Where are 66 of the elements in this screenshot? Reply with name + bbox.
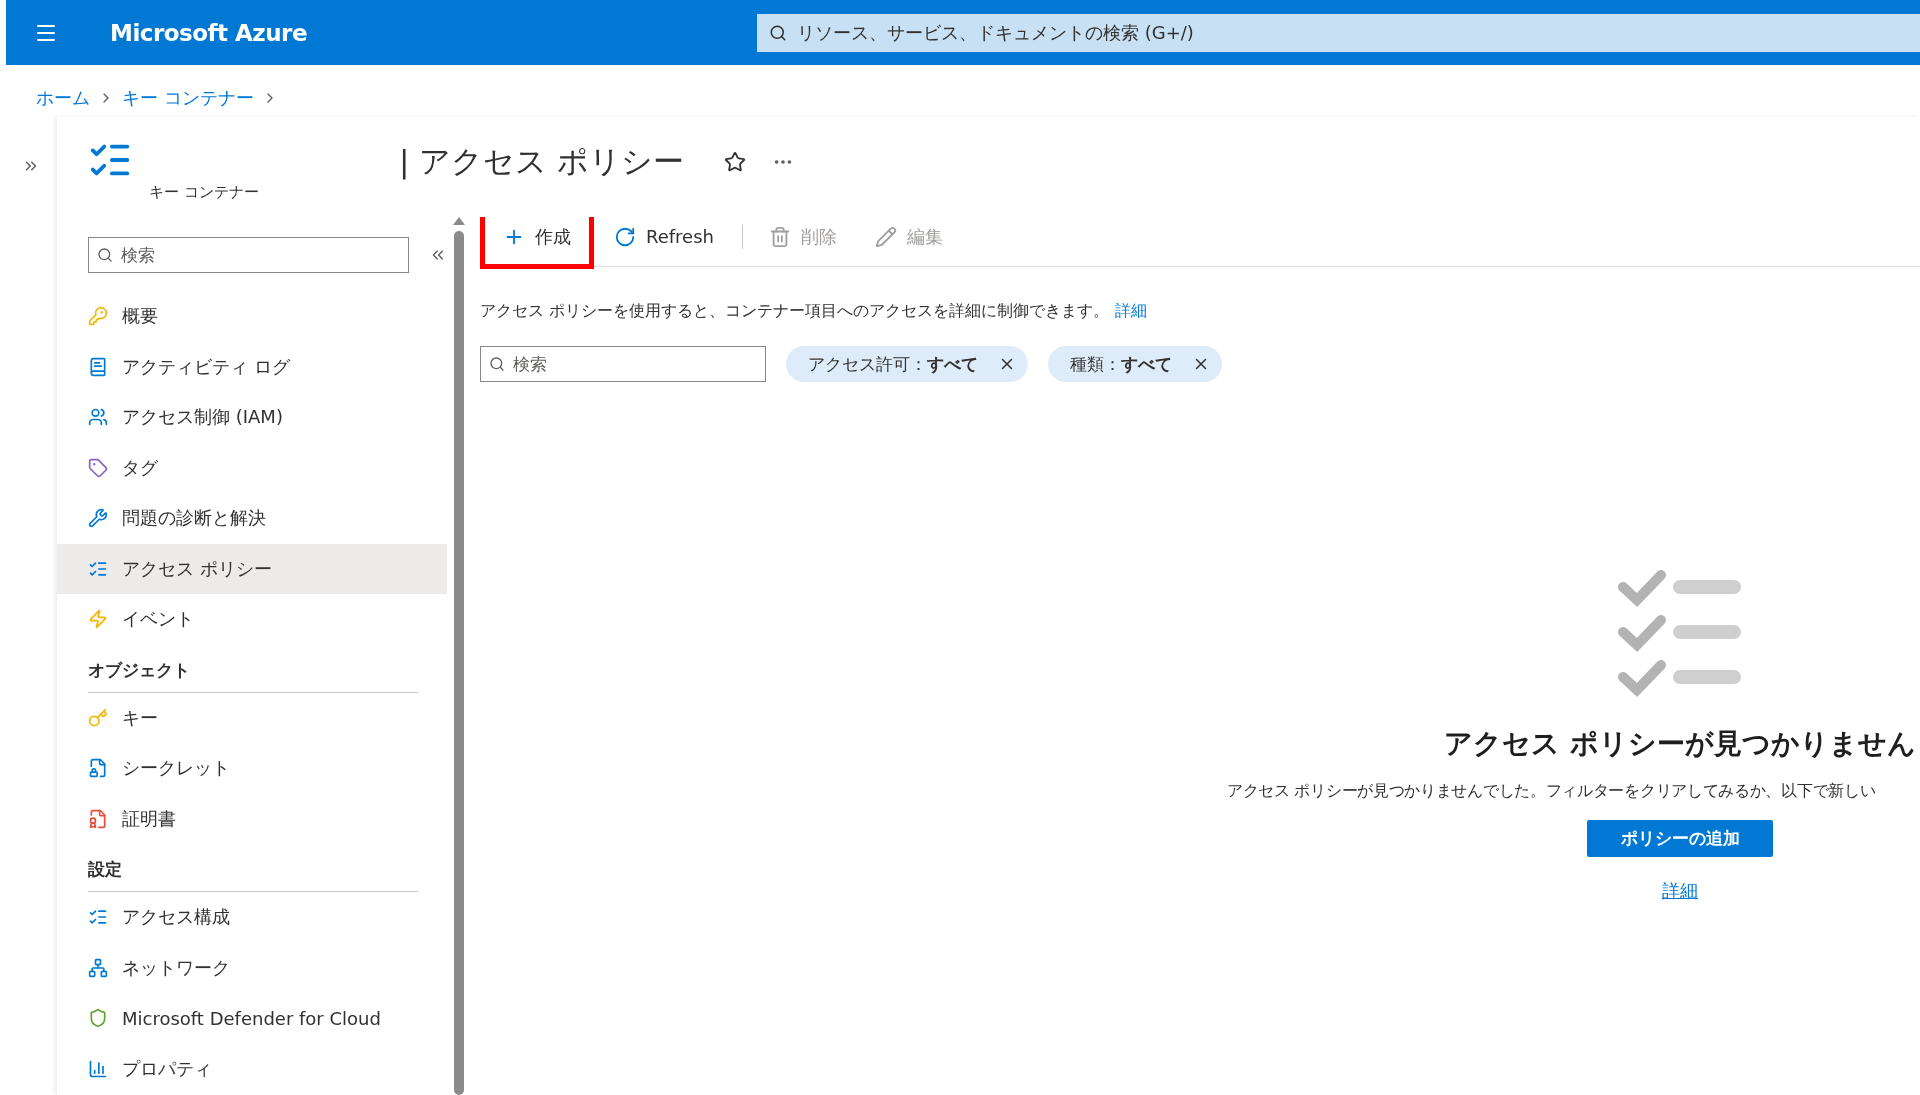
sidebar-item-label: アクセス構成 bbox=[122, 905, 230, 930]
section-heading: 設定 bbox=[88, 858, 418, 892]
breadcrumb-link[interactable]: ホーム bbox=[36, 86, 90, 110]
toolbar-button[interactable]: 作成 bbox=[480, 217, 594, 269]
sidebar-item[interactable]: アクセス制御 (IAM) bbox=[57, 392, 447, 443]
filter-chip[interactable]: アクセス許可：すべて bbox=[786, 346, 1028, 382]
sidebar-item[interactable]: キー bbox=[57, 692, 447, 743]
sidebar-item[interactable]: プロパティ bbox=[57, 1043, 447, 1094]
sidebar-item[interactable]: 証明書 bbox=[57, 793, 447, 844]
search-icon bbox=[769, 23, 787, 42]
search-field[interactable]: 検索 bbox=[480, 346, 766, 382]
details-link[interactable]: 詳細 bbox=[1662, 879, 1698, 903]
search-icon bbox=[97, 247, 113, 263]
search-icon bbox=[489, 356, 505, 372]
sidebar-item[interactable]: Microsoft Defender for Cloud bbox=[57, 993, 447, 1044]
lightning-icon bbox=[88, 609, 108, 630]
sidebar-item[interactable]: ネットワーク bbox=[57, 942, 447, 993]
key-icon bbox=[88, 707, 108, 728]
sidebar-item-label: プロパティ bbox=[122, 1056, 212, 1081]
search-field[interactable]: リソース、サービス、ドキュメントの検索 (G+/) bbox=[757, 13, 1920, 52]
sidebar-item[interactable]: アクセス構成 bbox=[57, 892, 447, 943]
network-icon bbox=[88, 957, 108, 978]
refresh-icon bbox=[614, 225, 636, 248]
sidebar-item[interactable]: 概要 bbox=[57, 291, 447, 342]
brand-name[interactable]: Microsoft Azure bbox=[110, 19, 757, 46]
sidebar-item-label: シークレット bbox=[122, 756, 230, 781]
empty-state-title: アクセス ポリシーが見つかりません bbox=[1444, 726, 1916, 762]
add-policy-button[interactable]: ポリシーの追加 bbox=[1587, 820, 1773, 857]
sidebar-item-label: キー bbox=[122, 705, 158, 730]
pencil-icon bbox=[875, 225, 897, 248]
sidebar-item[interactable]: タグ bbox=[57, 442, 447, 493]
page-title: | アクセス ポリシー bbox=[399, 142, 685, 182]
tag-icon bbox=[88, 457, 108, 478]
search-field[interactable]: 検索 bbox=[88, 237, 410, 273]
trash-icon bbox=[769, 225, 791, 248]
book-icon bbox=[88, 356, 108, 377]
breadcrumb-link[interactable]: キー コンテナー bbox=[122, 86, 254, 110]
shield-icon bbox=[88, 1008, 108, 1029]
sidebar-item[interactable]: アクセス ポリシー bbox=[57, 543, 447, 594]
certificate-icon bbox=[88, 808, 108, 829]
sidebar-item-label: アクセス制御 (IAM) bbox=[122, 405, 283, 430]
sidebar-item-label: 問題の診断と解決 bbox=[122, 506, 266, 531]
sidebar-item-label: アクセス ポリシー bbox=[122, 556, 272, 581]
sidebar-item[interactable]: イベント bbox=[57, 594, 447, 645]
sidebar-item[interactable]: アクティビティ ログ bbox=[57, 341, 447, 392]
empty-state-message: アクセス ポリシーが見つかりませんでした。フィルターをクリアしてみるか、以下で新しい bbox=[1227, 781, 1876, 802]
sidebar-item-label: イベント bbox=[122, 607, 194, 632]
scroll-up-icon[interactable] bbox=[453, 217, 465, 225]
sidebar-item[interactable]: シークレット bbox=[57, 743, 447, 794]
sidebar-item-label: アクティビティ ログ bbox=[122, 354, 290, 379]
wrench-icon bbox=[88, 508, 108, 529]
bars-icon bbox=[88, 1058, 108, 1079]
file-lock-icon bbox=[88, 758, 108, 779]
resource-type: キー コンテナー bbox=[149, 183, 260, 202]
sidebar-item-label: Microsoft Defender for Cloud bbox=[122, 1007, 381, 1029]
filter-chip[interactable]: 種類：すべて bbox=[1048, 346, 1222, 382]
scrollbar-thumb[interactable] bbox=[454, 231, 464, 1095]
sidebar-item-label: ネットワーク bbox=[122, 955, 230, 980]
details-link[interactable]: 詳細 bbox=[1115, 301, 1148, 320]
section-heading: オブジェクト bbox=[88, 658, 418, 693]
sidebar-item-label: 概要 bbox=[122, 304, 158, 329]
description-text: アクセス ポリシーを使用すると、コンテナー項目へのアクセスを詳細に制御できます。 詳細 bbox=[480, 301, 1149, 322]
users-icon bbox=[88, 407, 108, 428]
sidebar-item-label: タグ bbox=[122, 455, 158, 480]
sidebar-item[interactable]: 問題の診断と解決 bbox=[57, 493, 447, 544]
sidebar-item-label: 証明書 bbox=[122, 806, 176, 831]
